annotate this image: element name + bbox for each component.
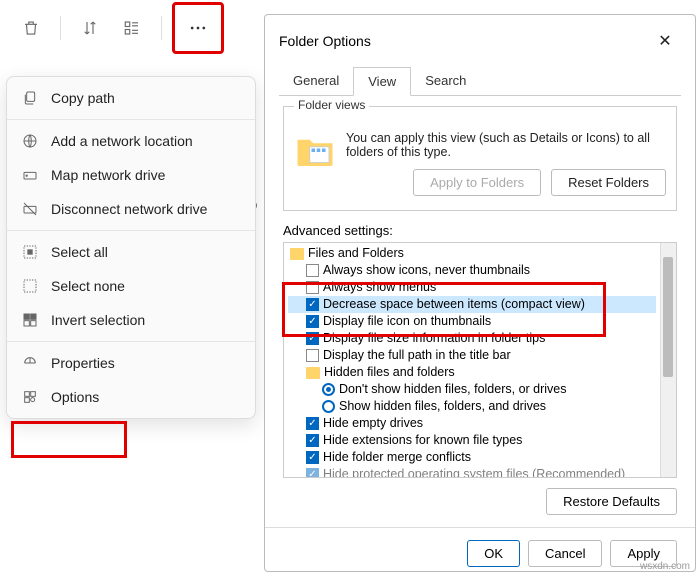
- drive-icon: [21, 166, 39, 184]
- menu-select-all[interactable]: Select all: [7, 235, 255, 269]
- menu-label: Copy path: [51, 90, 115, 106]
- tree-item[interactable]: Display file size information in folder …: [323, 330, 545, 347]
- tree-item[interactable]: Always show icons, never thumbnails: [323, 262, 530, 279]
- menu-label: Add a network location: [51, 133, 193, 149]
- checkbox[interactable]: ✓: [306, 332, 319, 345]
- ok-button[interactable]: OK: [467, 540, 520, 567]
- invert-icon: [21, 311, 39, 329]
- select-none-icon: [21, 277, 39, 295]
- apply-to-folders-button[interactable]: Apply to Folders: [413, 169, 541, 196]
- divider: [60, 16, 61, 40]
- globe-icon: [21, 132, 39, 150]
- checkbox[interactable]: ✓: [306, 434, 319, 447]
- copy-icon: [21, 89, 39, 107]
- tab-general[interactable]: General: [279, 67, 353, 95]
- menu-properties[interactable]: Properties: [7, 346, 255, 380]
- checkbox[interactable]: [306, 281, 319, 294]
- checkbox[interactable]: [306, 349, 319, 362]
- tab-view[interactable]: View: [353, 67, 411, 96]
- menu-label: Properties: [51, 355, 115, 371]
- folder-views-desc: You can apply this view (such as Details…: [346, 131, 666, 159]
- scroll-thumb[interactable]: [663, 257, 673, 377]
- checkbox[interactable]: ✓: [306, 451, 319, 464]
- dialog-title: Folder Options: [279, 33, 371, 49]
- separator: [7, 341, 255, 342]
- tree-item[interactable]: Show hidden files, folders, and drives: [339, 398, 546, 415]
- menu-options[interactable]: Options: [7, 380, 255, 414]
- tree-item[interactable]: Hide folder merge conflicts: [323, 449, 471, 466]
- menu-label: Map network drive: [51, 167, 165, 183]
- tree-item[interactable]: Display file icon on thumbnails: [323, 313, 491, 330]
- tree-item[interactable]: Hide protected operating system files (R…: [323, 466, 625, 477]
- tree-item[interactable]: Always show menus: [323, 279, 436, 296]
- checkbox[interactable]: ✓: [306, 468, 319, 477]
- folder-icon: [290, 248, 304, 260]
- highlight-options: [11, 421, 127, 458]
- advanced-settings-label: Advanced settings:: [283, 223, 677, 238]
- tree-item[interactable]: Don't show hidden files, folders, or dri…: [339, 381, 567, 398]
- checkbox[interactable]: [306, 264, 319, 277]
- select-all-icon: [21, 243, 39, 261]
- menu-label: Select none: [51, 278, 125, 294]
- folder-icon: [306, 367, 320, 379]
- sort-button[interactable]: [71, 9, 109, 47]
- scrollbar[interactable]: [660, 243, 676, 477]
- radio[interactable]: [322, 383, 335, 396]
- folder-icon: [294, 131, 336, 173]
- menu-label: Disconnect network drive: [51, 201, 207, 217]
- options-icon: [21, 388, 39, 406]
- cancel-button[interactable]: Cancel: [528, 540, 602, 567]
- checkbox[interactable]: ✓: [306, 315, 319, 328]
- menu-label: Options: [51, 389, 99, 405]
- folder-views-legend: Folder views: [294, 98, 369, 112]
- tree-item[interactable]: Hide empty drives: [323, 415, 423, 432]
- properties-icon: [21, 354, 39, 372]
- restore-defaults-button[interactable]: Restore Defaults: [546, 488, 677, 515]
- tree-item[interactable]: Hide extensions for known file types: [323, 432, 522, 449]
- advanced-settings-tree[interactable]: Files and Folders Always show icons, nev…: [283, 242, 677, 478]
- separator: [7, 119, 255, 120]
- close-button[interactable]: ✕: [649, 25, 681, 57]
- group-button[interactable]: [113, 9, 151, 47]
- tab-search[interactable]: Search: [411, 67, 480, 95]
- checkbox[interactable]: ✓: [306, 417, 319, 430]
- tree-item-compact-view[interactable]: Decrease space between items (compact vi…: [323, 296, 585, 313]
- menu-map-drive[interactable]: Map network drive: [7, 158, 255, 192]
- reset-folders-button[interactable]: Reset Folders: [551, 169, 666, 196]
- tree-root: Files and Folders: [308, 245, 404, 262]
- tree-item[interactable]: Display the full path in the title bar: [323, 347, 511, 364]
- menu-add-network[interactable]: Add a network location: [7, 124, 255, 158]
- tree-group: Hidden files and folders: [324, 364, 455, 381]
- more-button[interactable]: [172, 2, 224, 54]
- menu-copy-path[interactable]: Copy path: [7, 81, 255, 115]
- radio[interactable]: [322, 400, 335, 413]
- dialog-titlebar: Folder Options ✕: [265, 15, 695, 67]
- context-menu: Copy path Add a network location Map net…: [6, 76, 256, 419]
- tab-bar: General View Search: [279, 67, 681, 96]
- menu-label: Select all: [51, 244, 108, 260]
- checkbox[interactable]: ✓: [306, 298, 319, 311]
- watermark: wsxdn.com: [640, 561, 690, 572]
- menu-disconnect-drive[interactable]: Disconnect network drive: [7, 192, 255, 226]
- menu-label: Invert selection: [51, 312, 145, 328]
- folder-views-group: Folder views You can apply this view (su…: [283, 106, 677, 211]
- separator: [7, 230, 255, 231]
- divider: [161, 16, 162, 40]
- delete-button[interactable]: [12, 9, 50, 47]
- disconnect-icon: [21, 200, 39, 218]
- folder-options-dialog: Folder Options ✕ General View Search Fol…: [264, 14, 696, 572]
- menu-select-none[interactable]: Select none: [7, 269, 255, 303]
- menu-invert-selection[interactable]: Invert selection: [7, 303, 255, 337]
